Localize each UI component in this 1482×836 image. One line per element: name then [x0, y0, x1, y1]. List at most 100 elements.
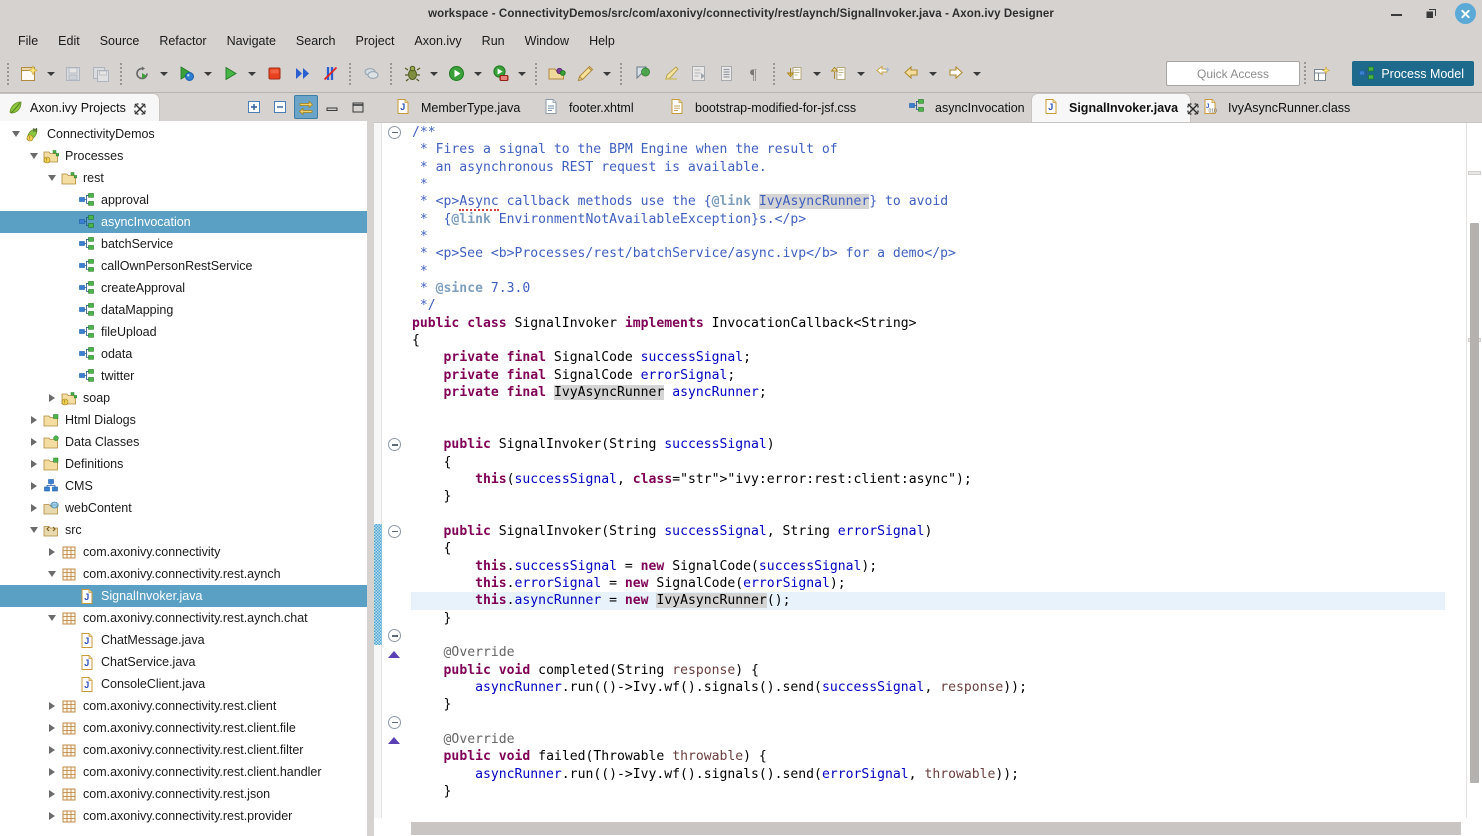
code-line[interactable]: this.errorSignal = new SignalCode(errorS… — [411, 575, 1455, 592]
overview-scroll-thumb[interactable] — [1470, 223, 1479, 783]
tree-item[interactable]: M! ConnectivityDemos — [0, 123, 367, 145]
chevron-right-icon[interactable] — [44, 783, 60, 805]
editor-tab[interactable]: bootstrap-modified-for-jsf.css — [658, 94, 898, 122]
coverage-button[interactable] — [357, 60, 385, 88]
collapse-all-button[interactable] — [268, 95, 292, 119]
overview-ruler[interactable] — [1466, 123, 1482, 818]
run-play-dropdown[interactable] — [470, 60, 486, 88]
tree-item[interactable]: dataMapping — [0, 299, 367, 321]
chevron-down-icon[interactable] — [26, 519, 42, 541]
chevron-right-icon[interactable] — [44, 805, 60, 827]
code-line[interactable]: @Override — [411, 731, 1455, 748]
toolbar-grip[interactable] — [5, 62, 12, 85]
menu-window[interactable]: Window — [515, 31, 579, 51]
chevron-down-icon[interactable] — [44, 167, 60, 189]
tree-item[interactable]: ! soap — [0, 387, 367, 409]
view-maximize-button[interactable] — [346, 95, 370, 119]
tree-item[interactable]: com.axonivy.connectivity.rest.client.fil… — [0, 739, 367, 761]
folding-ruler[interactable] — [383, 123, 411, 818]
tree-item[interactable]: J ChatMessage.java — [0, 629, 367, 651]
view-minimize-button[interactable] — [320, 95, 344, 119]
code-line[interactable]: * <p>See <b>Processes/rest/batchService/… — [411, 245, 1455, 262]
menu-navigate[interactable]: Navigate — [217, 31, 286, 51]
back-dropdown[interactable] — [925, 60, 941, 88]
chevron-right-icon[interactable] — [44, 387, 60, 409]
tree-item[interactable]: com.axonivy.connectivity.rest.client.han… — [0, 761, 367, 783]
code-line[interactable]: { — [411, 540, 1455, 557]
source-code[interactable]: /** * Fires a signal to the BPM Engine w… — [411, 123, 1455, 818]
code-line[interactable] — [411, 419, 1455, 436]
tree-item[interactable]: J SignalInvoker.java — [0, 585, 367, 607]
chevron-right-icon[interactable] — [44, 717, 60, 739]
chevron-right-icon[interactable] — [26, 431, 42, 453]
new-dropdown[interactable] — [43, 60, 59, 88]
tree-item[interactable]: asyncInvocation — [0, 211, 367, 233]
start-engine-dropdown[interactable] — [200, 60, 216, 88]
code-line[interactable]: public class SignalInvoker implements In… — [411, 315, 1455, 332]
tree-item[interactable]: src — [0, 519, 367, 541]
code-line[interactable] — [411, 506, 1455, 523]
fold-collapse-icon[interactable] — [388, 525, 401, 539]
tree-item[interactable]: rest — [0, 167, 367, 189]
chevron-down-icon[interactable] — [44, 563, 60, 585]
skip-breakpoints-button[interactable] — [316, 60, 344, 88]
menu-file[interactable]: File — [8, 31, 48, 51]
last-edit-location-button[interactable] — [869, 60, 897, 88]
code-line[interactable]: * an asynchronous REST request is availa… — [411, 159, 1455, 176]
fold-collapse-icon[interactable] — [388, 126, 401, 139]
link-with-editor-button[interactable] — [294, 95, 318, 119]
code-line[interactable]: public SignalInvoker(String successSigna… — [411, 523, 1455, 540]
overview-marker[interactable] — [1468, 171, 1481, 175]
toolbar-grip-4[interactable] — [388, 62, 395, 85]
menu-help[interactable]: Help — [579, 31, 625, 51]
editor-tab[interactable]: footer.xhtml — [532, 94, 658, 122]
run-last-button[interactable] — [128, 60, 156, 88]
code-line[interactable]: } — [411, 696, 1455, 713]
chevron-right-icon[interactable] — [44, 695, 60, 717]
maximize-button[interactable] — [1421, 4, 1441, 24]
open-type-button[interactable] — [543, 60, 571, 88]
tree-item[interactable]: Data Classes — [0, 431, 367, 453]
menu-axonivy[interactable]: Axon.ivy — [404, 31, 471, 51]
toolbar-grip-6[interactable] — [618, 62, 625, 85]
tree-item[interactable]: com.axonivy.connectivity — [0, 541, 367, 563]
chevron-right-icon[interactable] — [26, 453, 42, 475]
run-server-button[interactable] — [486, 60, 514, 88]
code-line[interactable]: * {@link EnvironmentNotAvailableExceptio… — [411, 211, 1455, 228]
tree-item[interactable]: Html Dialogs — [0, 409, 367, 431]
next-annotation-button[interactable] — [781, 60, 809, 88]
code-line[interactable]: asyncRunner.run(()->Ivy.wf().signals().s… — [411, 679, 1455, 696]
start-engine-button[interactable] — [172, 60, 200, 88]
code-line[interactable]: @Override — [411, 644, 1455, 661]
code-line[interactable]: this(successSignal, class="str">"ivy:err… — [411, 471, 1455, 488]
code-line[interactable]: public void failed(Throwable throwable) … — [411, 748, 1455, 765]
code-line[interactable]: * @since 7.3.0 — [411, 280, 1455, 297]
tree-item[interactable]: J ConsoleClient.java — [0, 673, 367, 695]
chevron-down-icon[interactable] — [8, 123, 24, 145]
tree-item[interactable]: fileUpload — [0, 321, 367, 343]
code-line[interactable]: { — [411, 454, 1455, 471]
previous-annotation-dropdown[interactable] — [853, 60, 869, 88]
paragraph-button[interactable]: ¶ — [740, 60, 768, 88]
forward-button[interactable] — [941, 60, 969, 88]
menu-refactor[interactable]: Refactor — [149, 31, 216, 51]
chevron-right-icon[interactable] — [26, 409, 42, 431]
highlight-button[interactable] — [656, 60, 684, 88]
tree-item[interactable]: com.axonivy.connectivity.rest.json — [0, 783, 367, 805]
back-button[interactable] — [897, 60, 925, 88]
code-line[interactable]: } — [411, 610, 1455, 627]
stop-button[interactable] — [260, 60, 288, 88]
menu-edit[interactable]: Edit — [48, 31, 90, 51]
minimize-button[interactable] — [1387, 4, 1407, 24]
toolbar-grip-2[interactable] — [118, 62, 125, 85]
tree-item[interactable]: createApproval — [0, 277, 367, 299]
tree-item[interactable]: J ChatService.java — [0, 651, 367, 673]
block-selection-button[interactable] — [684, 60, 712, 88]
save-all-button[interactable] — [87, 60, 115, 88]
code-line[interactable]: this.asyncRunner = new IvyAsyncRunner(); — [411, 592, 1445, 610]
menu-search[interactable]: Search — [286, 31, 346, 51]
project-tree[interactable]: M! ConnectivityDemos! Processes rest approva… — [0, 121, 367, 836]
code-line[interactable]: public void completed(String response) { — [411, 662, 1455, 679]
edit-button[interactable] — [571, 60, 599, 88]
horizontal-scrollbar[interactable] — [411, 822, 1461, 835]
